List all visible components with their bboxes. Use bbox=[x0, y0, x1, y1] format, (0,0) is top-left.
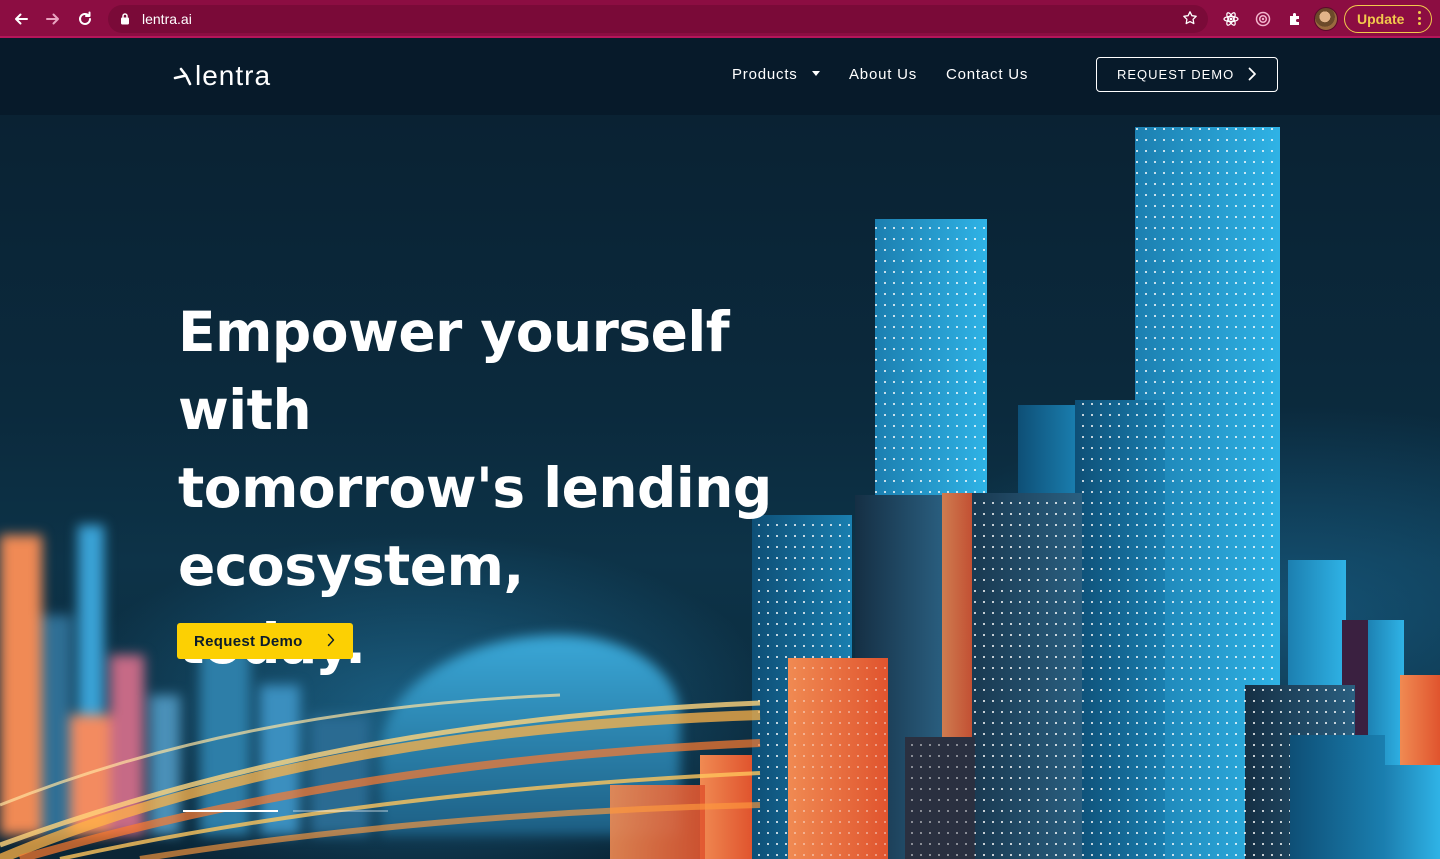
chevron-right-icon bbox=[327, 633, 335, 647]
slide-dot[interactable] bbox=[293, 810, 388, 812]
nav-products-label: Products bbox=[732, 66, 798, 83]
chevron-right-icon bbox=[1248, 67, 1256, 81]
caret-down-icon bbox=[811, 70, 820, 76]
hero-section: Empower yourself with tomorrow's lending… bbox=[0, 115, 1440, 859]
react-devtools-icon[interactable] bbox=[1220, 8, 1242, 30]
lock-icon[interactable] bbox=[120, 12, 130, 30]
browser-toolbar: lentra.ai Update bbox=[0, 0, 1440, 38]
hero-request-demo-button[interactable]: Request Demo bbox=[177, 623, 353, 659]
site-header: lentra Products About Us Contact Us REQU… bbox=[0, 38, 1440, 115]
slide-dot[interactable] bbox=[183, 810, 278, 812]
nav-products[interactable]: Products bbox=[732, 66, 820, 83]
header-request-demo-button[interactable]: REQUEST DEMO bbox=[1096, 57, 1278, 92]
hero-light-trails bbox=[0, 693, 761, 859]
more-vert-icon[interactable] bbox=[1418, 11, 1422, 28]
url-text[interactable]: lentra.ai bbox=[142, 11, 192, 27]
forward-arrow-icon[interactable] bbox=[42, 8, 64, 30]
logo-text: lentra bbox=[195, 60, 272, 91]
hero-slide-indicator bbox=[183, 810, 388, 812]
lentra-logo-mark-icon bbox=[173, 67, 192, 86]
hero-headline-line-3: ecosystem, bbox=[178, 534, 524, 598]
address-bar[interactable]: lentra.ai bbox=[108, 5, 1208, 33]
back-arrow-icon[interactable] bbox=[10, 8, 32, 30]
profile-avatar[interactable] bbox=[1314, 7, 1338, 31]
update-button[interactable]: Update bbox=[1344, 5, 1432, 33]
reload-icon[interactable] bbox=[74, 8, 96, 30]
extensions-puzzle-icon[interactable] bbox=[1284, 8, 1306, 30]
bookmark-star-icon[interactable] bbox=[1182, 10, 1198, 31]
update-label: Update bbox=[1357, 11, 1405, 27]
hero-request-demo-label: Request Demo bbox=[194, 632, 303, 650]
nav-about-us[interactable]: About Us bbox=[849, 66, 917, 83]
nav-contact-us[interactable]: Contact Us bbox=[946, 66, 1028, 83]
hero-headline-line-2: tomorrow's lending bbox=[178, 456, 772, 520]
lentra-logo[interactable]: lentra bbox=[172, 58, 271, 94]
hero-headline-line-1: Empower yourself with bbox=[178, 300, 730, 442]
header-request-demo-label: REQUEST DEMO bbox=[1117, 67, 1235, 82]
screen-recorder-icon[interactable] bbox=[1252, 8, 1274, 30]
